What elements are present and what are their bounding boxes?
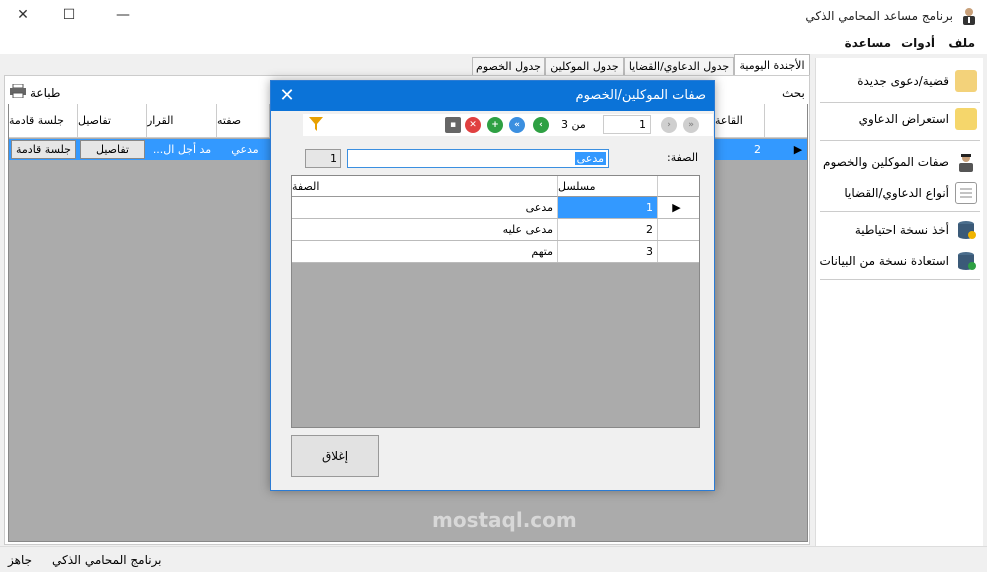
record-count: من 3	[561, 118, 586, 131]
sidebar-item-client-roles[interactable]: صفات الموكلين والخصوم	[817, 147, 977, 177]
sidebar-item-case-types[interactable]: أنواع الدعاوي/القضايا	[817, 178, 977, 208]
sidebar-item-browse-cases[interactable]: استعراض الدعاوي	[817, 104, 977, 134]
row-selector	[658, 241, 699, 262]
print-button[interactable]: طباعة	[10, 83, 61, 101]
menu-file[interactable]: ملف	[948, 36, 975, 50]
roles-grid: مسلسل الصفة ▶ 1 مدعى 2 مدعى عليه 3 متهم	[291, 175, 700, 428]
client-roles-dialog: صفات الموكلين/الخصوم ✕ ▪ ✕ + « ‹ من 3 1 …	[270, 80, 715, 491]
menu-help[interactable]: مساعدة	[845, 36, 891, 50]
role-input[interactable]: مدعى	[347, 149, 609, 168]
sidebar-item-label: أخذ نسخة احتياطية	[854, 223, 949, 237]
row-role: مدعي	[231, 143, 259, 156]
sidebar-item-backup[interactable]: أخذ نسخة احتياطية	[817, 215, 977, 245]
sidebar-item-restore[interactable]: استعادة نسخة من البيانات	[817, 246, 977, 276]
row-serial: 3	[558, 241, 658, 262]
folder-icon	[955, 108, 977, 130]
table-row[interactable]: 2 مدعى عليه	[292, 219, 699, 241]
add-icon[interactable]: +	[487, 117, 503, 133]
sidebar-item-label: استعراض الدعاوي	[858, 112, 949, 126]
sidebar-item-label: أنواع الدعاوي/القضايا	[844, 186, 949, 200]
role-field-label: الصفة:	[667, 151, 699, 164]
row-selector	[658, 219, 699, 240]
row-decision: مد أجل ال...	[152, 143, 212, 156]
grid-header-decision: القرار	[147, 104, 217, 138]
database-restore-icon	[955, 250, 977, 272]
table-row[interactable]: 3 متهم	[292, 241, 699, 263]
record-position-input[interactable]: 1	[603, 115, 651, 134]
sidebar-item-label: استعادة نسخة من البيانات	[819, 254, 950, 268]
grid-header-role: الصفة	[292, 176, 558, 197]
grid-header-serial: مسلسل	[558, 176, 658, 197]
move-first-icon[interactable]: »	[683, 117, 699, 133]
person-icon	[955, 151, 977, 173]
delete-icon[interactable]: ✕	[465, 117, 481, 133]
id-field: 1	[305, 149, 341, 168]
move-previous-icon[interactable]: ›	[661, 117, 677, 133]
save-icon[interactable]: ▪	[445, 117, 461, 133]
close-window-button[interactable]: ✕	[0, 0, 46, 30]
table-row[interactable]: ▶ 1 مدعى	[292, 197, 699, 219]
grid-header-next-session: جلسة قادمة	[9, 104, 78, 138]
status-app-name: برنامج المحامي الذكي	[52, 553, 162, 567]
role-input-value: مدعى	[574, 152, 606, 165]
dialog-close-icon[interactable]: ✕	[275, 83, 299, 107]
sidebar-item-label: صفات الموكلين والخصوم	[823, 155, 949, 169]
grid-header-details: تفاصيل	[78, 104, 147, 138]
row-selector-arrow-icon: ▶	[672, 201, 681, 214]
status-text: جاهز	[8, 553, 33, 567]
search-label[interactable]: بحث	[782, 86, 805, 100]
record-navigator: ▪ ✕ + « ‹ من 3 1 › »	[303, 114, 713, 136]
row-role-name: مدعى عليه	[292, 219, 558, 240]
menu-tools[interactable]: أدوات	[901, 36, 935, 50]
grid-header-role: صفته	[217, 104, 270, 138]
tab-clients-table[interactable]: جدول الموكلين	[545, 57, 624, 75]
row-role-name: مدعى	[292, 197, 558, 218]
menu-bar: ملف أدوات مساعدة	[0, 32, 987, 54]
tab-daily-agenda[interactable]: الأجندة اليومية	[734, 54, 810, 75]
move-next-icon[interactable]: ‹	[533, 117, 549, 133]
print-label: طباعة	[30, 85, 61, 100]
next-session-button[interactable]: جلسة قادمة	[11, 140, 76, 159]
window-title: برنامج مساعد المحامي الذكي	[805, 9, 953, 23]
status-bar: جاهز برنامج المحامي الذكي	[0, 546, 987, 572]
lawyer-app-icon	[959, 6, 979, 26]
maximize-button[interactable]: ☐	[46, 0, 92, 30]
sidebar-item-new-case[interactable]: قضية/دعوى جديدة	[817, 66, 977, 96]
watermark: mostaql.com	[432, 508, 577, 532]
minimize-button[interactable]: —	[100, 0, 146, 30]
side-panel: قضية/دعوى جديدة استعراض الدعاوي صفات الم…	[815, 58, 983, 546]
details-button[interactable]: تفاصيل	[80, 140, 145, 159]
sidebar-item-label: قضية/دعوى جديدة	[857, 74, 949, 88]
dialog-title-bar: صفات الموكلين/الخصوم ✕	[271, 81, 714, 111]
row-role-name: متهم	[292, 241, 558, 262]
move-last-icon[interactable]: «	[509, 117, 525, 133]
new-case-icon	[955, 70, 977, 92]
dialog-title: صفات الموكلين/الخصوم	[575, 88, 706, 103]
row-selector-arrow-icon: ▶	[793, 143, 803, 156]
printer-icon	[10, 83, 26, 101]
row-serial: 2	[558, 219, 658, 240]
tab-opponents-table[interactable]: جدول الخصوم	[472, 57, 545, 75]
row-serial: 1	[558, 197, 658, 218]
title-bar: برنامج مساعد المحامي الذكي ✕ ☐ —	[0, 0, 987, 32]
grid-header-rowhead	[765, 104, 807, 138]
grid-header-rowhead	[658, 176, 699, 197]
tab-cases-table[interactable]: جدول الدعاوي/القضايا	[624, 57, 734, 75]
grid-header-hall: القاعة	[715, 104, 765, 138]
document-icon	[955, 182, 977, 204]
close-dialog-button[interactable]: إغلاق	[291, 435, 379, 477]
row-index: 2	[754, 143, 761, 156]
filter-icon[interactable]	[309, 116, 323, 135]
database-backup-icon	[955, 219, 977, 241]
